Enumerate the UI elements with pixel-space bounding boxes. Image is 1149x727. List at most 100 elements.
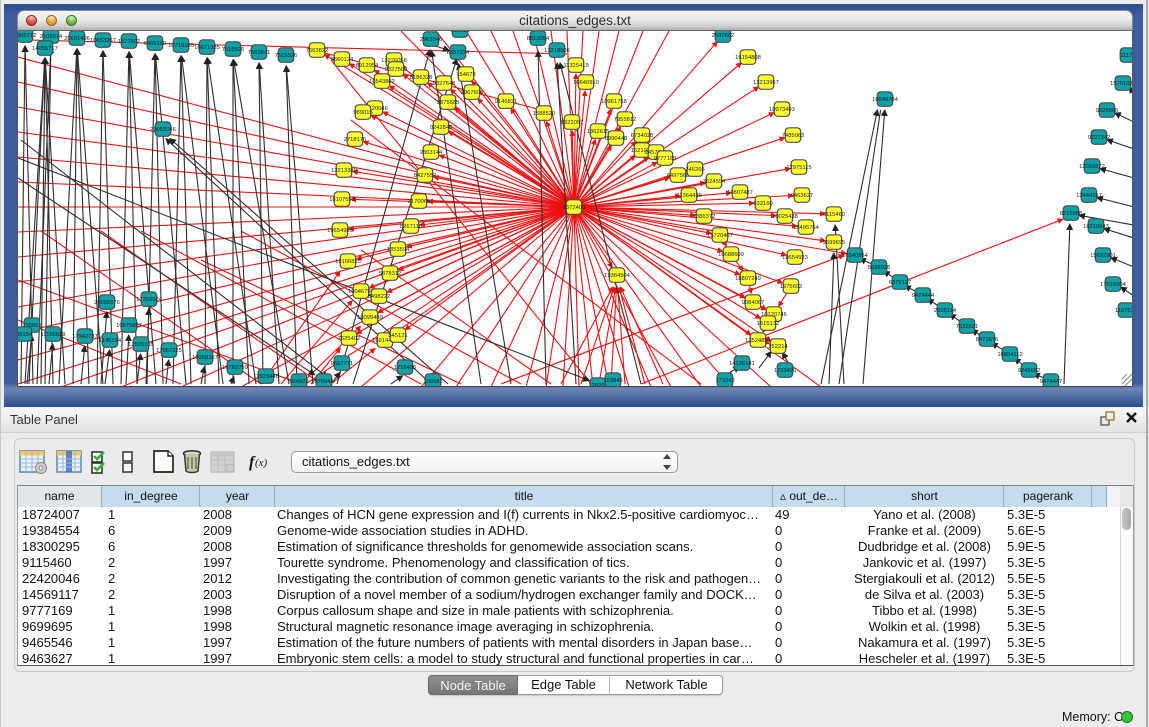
- svg-text:11325419: 11325419: [563, 63, 588, 69]
- svg-text:10719185: 10719185: [168, 43, 194, 49]
- svg-text:9657771: 9657771: [331, 361, 354, 367]
- svg-text:9372400: 9372400: [563, 205, 586, 211]
- svg-text:1527602: 1527602: [118, 39, 141, 45]
- svg-text:10958107: 10958107: [192, 355, 218, 361]
- svg-text:12213967: 12213967: [753, 80, 779, 86]
- svg-text:20206576: 20206576: [94, 300, 120, 306]
- svg-text:12923448: 12923448: [253, 374, 279, 380]
- svg-text:1362615: 1362615: [587, 129, 610, 135]
- svg-text:10688609: 10688609: [718, 252, 744, 258]
- svg-text:7625402: 7625402: [338, 336, 361, 342]
- svg-text:252214: 252214: [768, 344, 788, 350]
- svg-text:7515526: 7515526: [275, 53, 298, 59]
- svg-text:9327548: 9327548: [433, 81, 456, 87]
- svg-text:16099489: 16099489: [357, 315, 383, 321]
- svg-text:9777169: 9777169: [654, 156, 677, 162]
- svg-text:16782759: 16782759: [222, 365, 248, 371]
- svg-text:12093872: 12093872: [1079, 164, 1105, 170]
- svg-text:9084067: 9084067: [742, 300, 765, 306]
- svg-text:1733426: 1733426: [774, 368, 797, 374]
- svg-text:8427552: 8427552: [414, 173, 437, 179]
- svg-text:7663821: 7663821: [248, 50, 271, 56]
- svg-text:16210643: 16210643: [1083, 224, 1109, 230]
- svg-text:16540954: 16540954: [842, 253, 869, 259]
- svg-text:6734028: 6734028: [631, 133, 654, 139]
- svg-text:29053346: 29053346: [150, 127, 176, 133]
- svg-text:6497568: 6497568: [667, 173, 690, 179]
- svg-text:9699695: 9699695: [823, 240, 846, 246]
- svg-text:6879197: 6879197: [889, 280, 912, 286]
- svg-text:8660124: 8660124: [331, 57, 354, 63]
- svg-text:8267110: 8267110: [400, 224, 422, 230]
- svg-text:9474444: 9474444: [912, 293, 935, 299]
- svg-text:39154: 39154: [18, 332, 33, 338]
- svg-text:10961758: 10961758: [601, 99, 627, 105]
- svg-text:2718176: 2718176: [344, 137, 367, 143]
- svg-text:8215958: 8215958: [1060, 211, 1083, 217]
- svg-text:173342: 173342: [715, 378, 734, 384]
- svg-text:9115460: 9115460: [823, 212, 845, 218]
- svg-text:1975692: 1975692: [780, 284, 803, 290]
- svg-text:16648784: 16648784: [872, 97, 899, 103]
- svg-text:924502: 924502: [289, 379, 308, 385]
- svg-text:17016504: 17016504: [1100, 282, 1127, 288]
- svg-text:(x): (x): [255, 457, 268, 469]
- svg-text:5878312: 5878312: [379, 271, 402, 277]
- svg-text:8912954: 8912954: [356, 63, 379, 69]
- svg-text:11156829: 11156829: [41, 332, 66, 338]
- svg-text:154678: 154678: [456, 72, 475, 78]
- svg-text:8990448: 8990448: [605, 136, 628, 142]
- svg-text:632160: 632160: [753, 201, 772, 207]
- svg-text:17957225: 17957225: [156, 348, 182, 354]
- svg-text:3875685: 3875685: [437, 100, 460, 106]
- svg-text:9227342: 9227342: [1088, 135, 1111, 141]
- svg-text:20691406: 20691406: [64, 36, 90, 42]
- svg-text:15692901: 15692901: [1090, 253, 1116, 259]
- svg-text:3624554: 3624554: [703, 179, 726, 185]
- svg-text:15495764: 15495764: [793, 225, 820, 231]
- svg-text:10973493: 10973493: [769, 107, 795, 113]
- svg-text:19384504: 19384504: [604, 273, 631, 279]
- svg-text:19654985: 19654985: [327, 228, 353, 234]
- svg-text:746266: 746266: [685, 167, 704, 173]
- svg-text:5498222: 5498222: [368, 294, 391, 300]
- svg-text:989015: 989015: [353, 110, 372, 116]
- svg-text:19166825: 19166825: [335, 259, 361, 265]
- svg-text:11174: 11174: [1120, 53, 1133, 59]
- svg-text:2587682: 2587682: [712, 33, 735, 39]
- svg-text:8357224: 8357224: [447, 50, 470, 56]
- svg-text:109581: 109581: [423, 379, 442, 385]
- svg-text:2967608: 2967608: [461, 90, 484, 96]
- svg-text:18807249: 18807249: [735, 276, 761, 282]
- svg-text:19654923: 19654923: [782, 255, 808, 261]
- svg-text:2935114: 2935114: [934, 308, 957, 314]
- svg-text:21364436: 21364436: [676, 193, 702, 199]
- svg-text:12975115: 12975115: [786, 165, 811, 171]
- svg-text:15751024: 15751024: [1110, 81, 1133, 87]
- svg-text:12213389: 12213389: [331, 168, 357, 174]
- svg-text:12505135: 12505135: [128, 342, 154, 348]
- svg-text:1167537: 1167537: [1115, 308, 1133, 314]
- svg-text:14136141: 14136141: [729, 361, 755, 367]
- svg-text:7955812: 7955812: [614, 117, 637, 123]
- svg-text:10975867: 10975867: [116, 323, 142, 329]
- svg-text:8322057: 8322057: [561, 120, 584, 126]
- svg-text:9146821: 9146821: [495, 99, 518, 105]
- svg-text:7663822: 7663822: [306, 48, 329, 54]
- svg-text:1805712: 1805712: [18, 33, 36, 39]
- svg-text:17359924: 17359924: [136, 297, 163, 303]
- svg-text:8186328: 8186328: [410, 75, 433, 81]
- svg-text:2963346: 2963346: [420, 37, 443, 43]
- svg-text:9242848: 9242848: [430, 125, 453, 131]
- svg-text:9245652: 9245652: [1018, 368, 1041, 374]
- svg-text:1615132: 1615132: [757, 321, 780, 327]
- svg-text:1716485: 1716485: [394, 365, 417, 371]
- svg-text:7386372: 7386372: [693, 214, 716, 220]
- svg-text:1588520: 1588520: [533, 111, 556, 117]
- svg-text:10807487: 10807487: [727, 190, 753, 196]
- svg-text:160338: 160338: [450, 31, 469, 34]
- svg-text:7485063: 7485063: [782, 133, 805, 139]
- svg-text:2105574: 2105574: [40, 34, 63, 40]
- svg-text:16671385: 16671385: [194, 45, 220, 51]
- svg-text:876945: 876945: [314, 379, 333, 385]
